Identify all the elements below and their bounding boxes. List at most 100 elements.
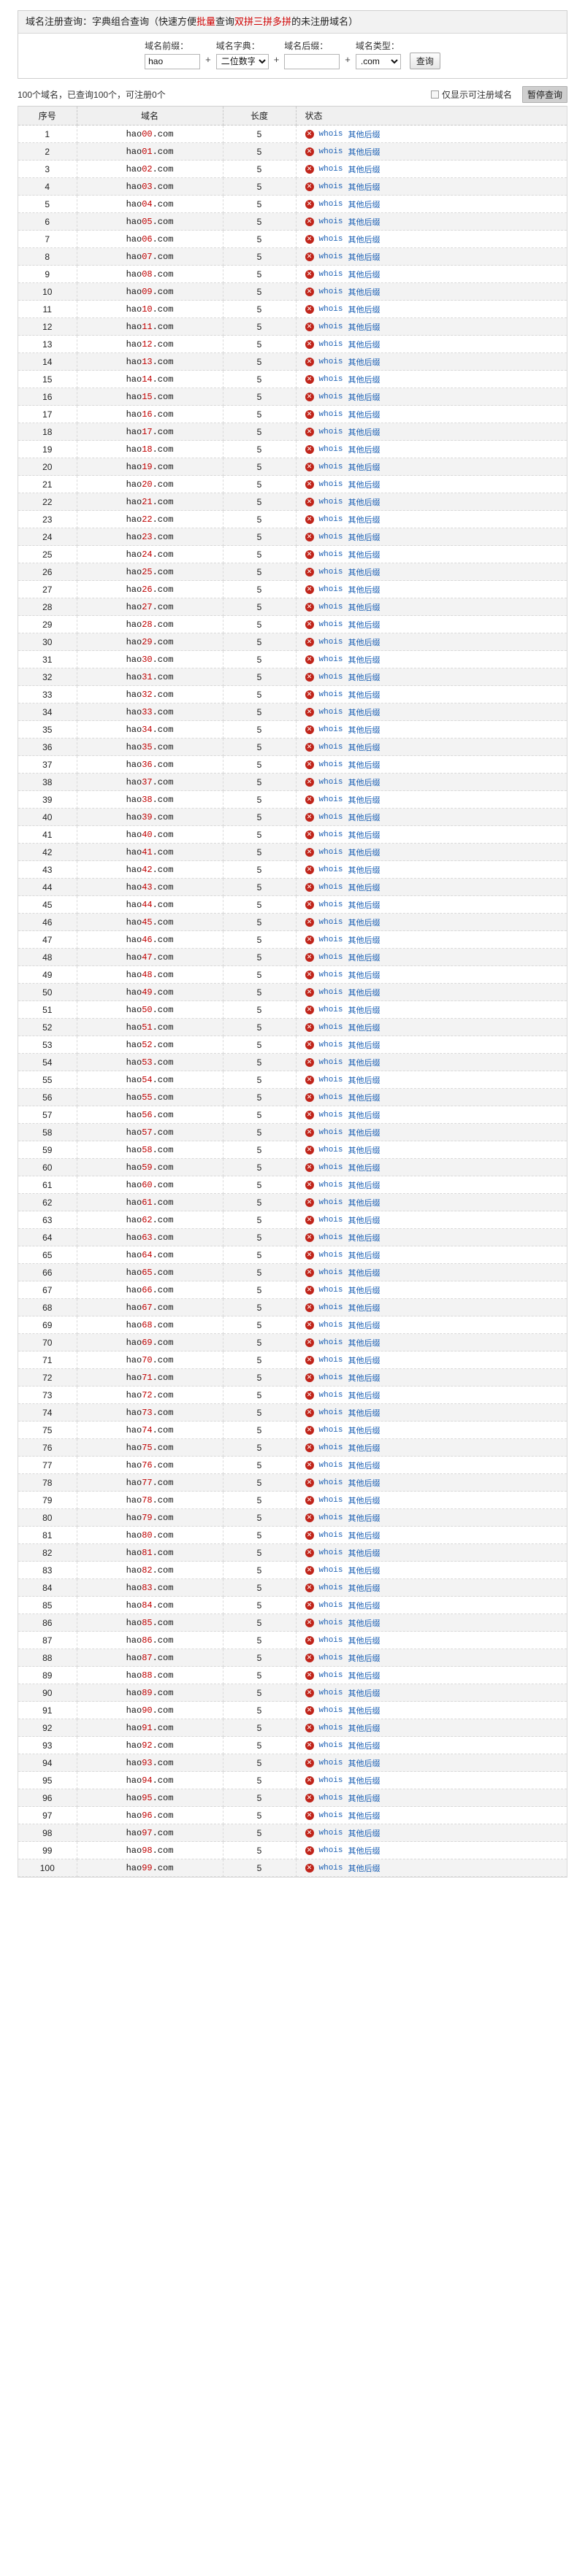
- other-suffix-link[interactable]: 其他后缀: [348, 269, 381, 280]
- whois-link[interactable]: whois: [319, 323, 343, 331]
- other-suffix-link[interactable]: 其他后缀: [348, 1705, 381, 1716]
- other-suffix-link[interactable]: 其他后缀: [348, 689, 381, 701]
- other-suffix-link[interactable]: 其他后缀: [348, 1022, 381, 1033]
- other-suffix-link[interactable]: 其他后缀: [348, 128, 381, 140]
- whois-link[interactable]: whois: [319, 147, 343, 156]
- other-suffix-link[interactable]: 其他后缀: [348, 1284, 381, 1296]
- whois-link[interactable]: whois: [319, 760, 343, 769]
- other-suffix-link[interactable]: 其他后缀: [348, 339, 381, 350]
- other-suffix-link[interactable]: 其他后缀: [348, 1687, 381, 1699]
- whois-link[interactable]: whois: [319, 1233, 343, 1242]
- other-suffix-link[interactable]: 其他后缀: [348, 374, 381, 385]
- whois-link[interactable]: whois: [319, 848, 343, 857]
- whois-link[interactable]: whois: [319, 918, 343, 927]
- whois-link[interactable]: whois: [319, 1636, 343, 1645]
- other-suffix-link[interactable]: 其他后缀: [348, 479, 381, 490]
- whois-link[interactable]: whois: [319, 1829, 343, 1837]
- whois-link[interactable]: whois: [319, 1251, 343, 1260]
- whois-link[interactable]: whois: [319, 410, 343, 419]
- whois-link[interactable]: whois: [319, 130, 343, 139]
- other-suffix-link[interactable]: 其他后缀: [348, 619, 381, 630]
- whois-link[interactable]: whois: [319, 480, 343, 489]
- whois-link[interactable]: whois: [319, 1373, 343, 1382]
- other-suffix-link[interactable]: 其他后缀: [348, 1652, 381, 1664]
- whois-link[interactable]: whois: [319, 901, 343, 909]
- other-suffix-link[interactable]: 其他后缀: [348, 461, 381, 473]
- other-suffix-link[interactable]: 其他后缀: [348, 1635, 381, 1646]
- other-suffix-link[interactable]: 其他后缀: [348, 1757, 381, 1769]
- whois-link[interactable]: whois: [319, 1671, 343, 1680]
- other-suffix-link[interactable]: 其他后缀: [348, 234, 381, 245]
- other-suffix-link[interactable]: 其他后缀: [348, 1407, 381, 1419]
- domain-prefix-input[interactable]: [145, 53, 201, 69]
- whois-link[interactable]: whois: [319, 1794, 343, 1802]
- whois-link[interactable]: whois: [319, 1443, 343, 1452]
- whois-link[interactable]: whois: [319, 1549, 343, 1557]
- whois-link[interactable]: whois: [319, 1321, 343, 1330]
- other-suffix-link[interactable]: 其他后缀: [348, 1319, 381, 1331]
- whois-link[interactable]: whois: [319, 463, 343, 471]
- other-suffix-link[interactable]: 其他后缀: [348, 356, 381, 368]
- other-suffix-link[interactable]: 其他后缀: [348, 1232, 381, 1243]
- whois-link[interactable]: whois: [319, 1759, 343, 1767]
- other-suffix-link[interactable]: 其他后缀: [348, 566, 381, 578]
- whois-link[interactable]: whois: [319, 1128, 343, 1137]
- whois-link[interactable]: whois: [319, 445, 343, 454]
- whois-link[interactable]: whois: [319, 1268, 343, 1277]
- other-suffix-link[interactable]: 其他后缀: [348, 899, 381, 911]
- whois-link[interactable]: whois: [319, 743, 343, 752]
- whois-link[interactable]: whois: [319, 1706, 343, 1715]
- whois-link[interactable]: whois: [319, 1461, 343, 1470]
- other-suffix-link[interactable]: 其他后缀: [348, 1477, 381, 1489]
- query-button[interactable]: 查询: [409, 52, 440, 69]
- other-suffix-link[interactable]: 其他后缀: [348, 1372, 381, 1384]
- other-suffix-link[interactable]: 其他后缀: [348, 1004, 381, 1016]
- whois-link[interactable]: whois: [319, 1163, 343, 1172]
- other-suffix-link[interactable]: 其他后缀: [348, 1722, 381, 1734]
- other-suffix-link[interactable]: 其他后缀: [348, 198, 381, 210]
- whois-link[interactable]: whois: [319, 1654, 343, 1662]
- whois-link[interactable]: whois: [319, 305, 343, 314]
- other-suffix-link[interactable]: 其他后缀: [348, 1057, 381, 1068]
- whois-link[interactable]: whois: [319, 1181, 343, 1189]
- other-suffix-link[interactable]: 其他后缀: [348, 829, 381, 841]
- whois-link[interactable]: whois: [319, 655, 343, 664]
- other-suffix-link[interactable]: 其他后缀: [348, 759, 381, 771]
- other-suffix-link[interactable]: 其他后缀: [348, 882, 381, 893]
- other-suffix-link[interactable]: 其他后缀: [348, 706, 381, 718]
- other-suffix-link[interactable]: 其他后缀: [348, 1337, 381, 1349]
- other-suffix-link[interactable]: 其他后缀: [348, 1827, 381, 1839]
- whois-link[interactable]: whois: [319, 252, 343, 261]
- whois-link[interactable]: whois: [319, 1864, 343, 1873]
- whois-link[interactable]: whois: [319, 813, 343, 822]
- whois-link[interactable]: whois: [319, 288, 343, 296]
- whois-link[interactable]: whois: [319, 1846, 343, 1855]
- whois-link[interactable]: whois: [319, 1531, 343, 1540]
- whois-link[interactable]: whois: [319, 182, 343, 191]
- other-suffix-link[interactable]: 其他后缀: [348, 917, 381, 928]
- other-suffix-link[interactable]: 其他后缀: [348, 1495, 381, 1506]
- other-suffix-link[interactable]: 其他后缀: [348, 426, 381, 438]
- other-suffix-link[interactable]: 其他后缀: [348, 654, 381, 666]
- other-suffix-link[interactable]: 其他后缀: [348, 1144, 381, 1156]
- whois-link[interactable]: whois: [319, 1006, 343, 1014]
- whois-link[interactable]: whois: [319, 1584, 343, 1592]
- other-suffix-link[interactable]: 其他后缀: [348, 304, 381, 315]
- whois-link[interactable]: whois: [319, 340, 343, 349]
- other-suffix-link[interactable]: 其他后缀: [348, 1424, 381, 1436]
- whois-link[interactable]: whois: [319, 708, 343, 717]
- other-suffix-link[interactable]: 其他后缀: [348, 1600, 381, 1611]
- whois-link[interactable]: whois: [319, 585, 343, 594]
- other-suffix-link[interactable]: 其他后缀: [348, 1810, 381, 1821]
- whois-link[interactable]: whois: [319, 428, 343, 436]
- whois-link[interactable]: whois: [319, 393, 343, 401]
- whois-link[interactable]: whois: [319, 1076, 343, 1084]
- whois-link[interactable]: whois: [319, 865, 343, 874]
- other-suffix-link[interactable]: 其他后缀: [348, 1617, 381, 1629]
- whois-link[interactable]: whois: [319, 690, 343, 699]
- other-suffix-link[interactable]: 其他后缀: [348, 1775, 381, 1786]
- other-suffix-link[interactable]: 其他后缀: [348, 601, 381, 613]
- whois-link[interactable]: whois: [319, 1111, 343, 1119]
- other-suffix-link[interactable]: 其他后缀: [348, 1442, 381, 1454]
- whois-link[interactable]: whois: [319, 217, 343, 226]
